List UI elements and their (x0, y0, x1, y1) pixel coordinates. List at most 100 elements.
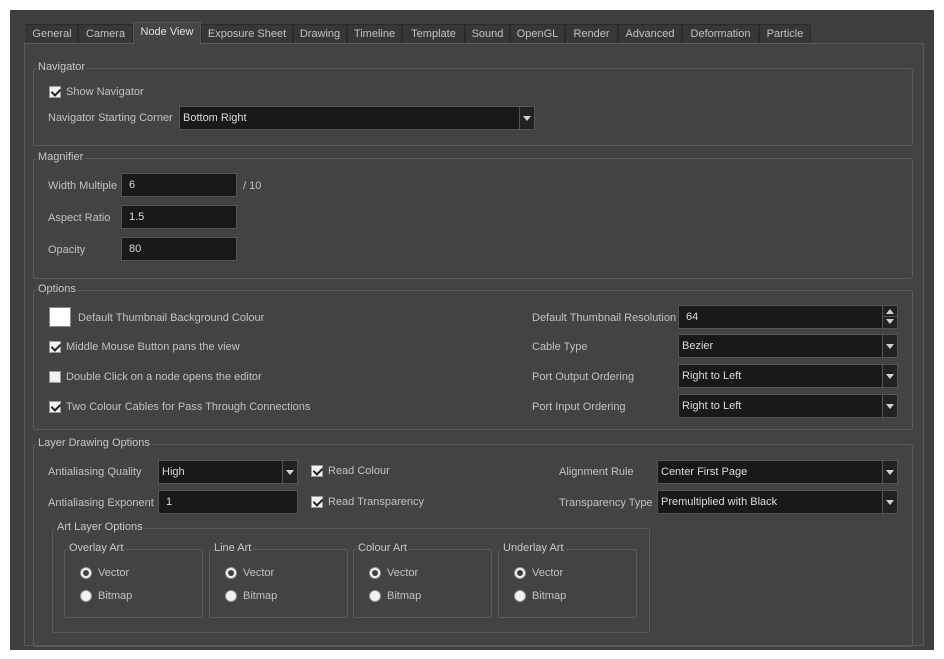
chevron-down-icon[interactable] (519, 107, 534, 129)
underlay-art-title: Underlay Art (501, 541, 566, 555)
transparency-type-label: Transparency Type (559, 497, 653, 509)
tab-general[interactable]: General (26, 24, 78, 44)
alignment-rule-label: Alignment Rule (559, 466, 634, 478)
tab-opengl[interactable]: OpenGL (510, 24, 565, 44)
magnifier-group: Magnifier Width Multiple 6 / 10 Aspect R… (33, 150, 913, 279)
chevron-down-icon[interactable] (882, 365, 897, 387)
overlay-art-title: Overlay Art (67, 541, 126, 555)
layer-drawing-group: Layer Drawing Options Antialiasing Quali… (33, 436, 913, 647)
navigator-title: Navigator (36, 60, 88, 74)
colour-vector-radio[interactable] (369, 567, 381, 579)
aspect-ratio-label: Aspect Ratio (48, 212, 111, 224)
double-click-label: Double Click on a node opens the editor (66, 371, 262, 383)
port-output-label: Port Output Ordering (532, 371, 635, 383)
thumbnail-background-swatch[interactable] (49, 307, 71, 327)
aa-quality-label: Antialiasing Quality (48, 466, 142, 478)
thumbnail-resolution-spinbox[interactable]: 64 (678, 305, 898, 329)
show-navigator-checkbox[interactable] (49, 86, 61, 98)
cable-type-select[interactable]: Bezier (678, 334, 898, 358)
tab-advanced[interactable]: Advanced (618, 24, 682, 44)
underlay-vector-label: Vector (532, 567, 564, 579)
art-layer-title: Art Layer Options (55, 520, 145, 534)
underlay-vector-radio[interactable] (514, 567, 526, 579)
underlay-bitmap-radio[interactable] (514, 590, 526, 602)
line-art-group: Line Art Vector Bitmap (209, 541, 348, 618)
tab-sound[interactable]: Sound (465, 24, 510, 44)
options-group: Options Default Thumbnail Background Col… (33, 282, 913, 430)
two-colour-cables-checkbox[interactable] (49, 401, 61, 413)
thumbnail-resolution-label: Default Thumbnail Resolution (532, 312, 677, 324)
overlay-bitmap-radio[interactable] (80, 590, 92, 602)
aa-exponent-label: Antialiasing Exponent (48, 497, 154, 509)
read-transparency-checkbox[interactable] (311, 496, 323, 508)
underlay-bitmap-label: Bitmap (532, 590, 567, 602)
alignment-rule-value: Center First Page (661, 466, 748, 478)
cable-type-label: Cable Type (532, 341, 588, 353)
tab-render[interactable]: Render (565, 24, 618, 44)
art-layer-group: Art Layer Options Overlay Art Vector Bit… (52, 520, 650, 633)
aa-quality-value: High (162, 466, 185, 478)
line-vector-radio[interactable] (225, 567, 237, 579)
cable-type-value: Bezier (682, 340, 714, 352)
chevron-down-icon[interactable] (882, 395, 897, 417)
colour-vector-label: Vector (387, 567, 419, 579)
navigator-corner-label: Navigator Starting Corner (48, 112, 173, 124)
thumbnail-background-label: Default Thumbnail Background Colour (78, 312, 265, 324)
colour-art-group: Colour Art Vector Bitmap (353, 541, 492, 618)
chevron-down-icon[interactable] (882, 335, 897, 357)
aa-exponent-field[interactable]: 1 (158, 490, 298, 514)
overlay-art-group: Overlay Art Vector Bitmap (64, 541, 203, 618)
line-art-title: Line Art (212, 541, 254, 555)
navigator-group: Navigator Show Navigator Navigator Start… (33, 60, 913, 146)
colour-bitmap-label: Bitmap (387, 590, 422, 602)
underlay-art-group: Underlay Art Vector Bitmap (498, 541, 637, 618)
preferences-window: General Camera Node View Exposure Sheet … (10, 10, 934, 650)
middle-mouse-checkbox[interactable] (49, 341, 61, 353)
port-input-label: Port Input Ordering (532, 401, 626, 413)
port-output-select[interactable]: Right to Left (678, 364, 898, 388)
port-input-value: Right to Left (682, 400, 742, 412)
node-view-pane: Navigator Show Navigator Navigator Start… (24, 43, 924, 647)
line-vector-label: Vector (243, 567, 275, 579)
read-colour-label: Read Colour (328, 465, 390, 477)
navigator-corner-select[interactable]: Bottom Right (179, 106, 535, 130)
tab-camera[interactable]: Camera (78, 24, 133, 44)
width-multiple-label: Width Multiple (48, 180, 118, 192)
thumbnail-resolution-value: 64 (686, 311, 699, 323)
port-output-value: Right to Left (682, 370, 742, 382)
transparency-type-value: Premultiplied with Black (661, 496, 778, 508)
options-title: Options (36, 282, 78, 296)
colour-art-title: Colour Art (356, 541, 409, 555)
tab-particle[interactable]: Particle (759, 24, 811, 44)
port-input-select[interactable]: Right to Left (678, 394, 898, 418)
transparency-type-select[interactable]: Premultiplied with Black (657, 490, 898, 514)
tab-timeline[interactable]: Timeline (347, 24, 402, 44)
tab-template[interactable]: Template (402, 24, 465, 44)
opacity-label: Opacity (48, 244, 86, 256)
spin-arrows-icon[interactable] (882, 306, 897, 328)
tab-exposure-sheet[interactable]: Exposure Sheet (201, 24, 293, 44)
read-colour-checkbox[interactable] (311, 465, 323, 477)
chevron-down-icon[interactable] (882, 461, 897, 483)
read-transparency-label: Read Transparency (328, 496, 424, 508)
aspect-ratio-field[interactable]: 1.5 (121, 205, 237, 229)
layer-drawing-title: Layer Drawing Options (36, 436, 152, 450)
overlay-vector-radio[interactable] (80, 567, 92, 579)
middle-mouse-label: Middle Mouse Button pans the view (66, 341, 240, 353)
line-bitmap-radio[interactable] (225, 590, 237, 602)
tab-node-view[interactable]: Node View (133, 22, 201, 45)
width-multiple-field[interactable]: 6 (121, 173, 237, 197)
two-colour-cables-label: Two Colour Cables for Pass Through Conne… (66, 401, 311, 413)
tab-deformation[interactable]: Deformation (682, 24, 759, 44)
alignment-rule-select[interactable]: Center First Page (657, 460, 898, 484)
double-click-checkbox[interactable] (49, 371, 61, 383)
chevron-down-icon[interactable] (882, 491, 897, 513)
magnifier-title: Magnifier (36, 150, 86, 164)
line-bitmap-label: Bitmap (243, 590, 278, 602)
colour-bitmap-radio[interactable] (369, 590, 381, 602)
opacity-field[interactable]: 80 (121, 237, 237, 261)
overlay-vector-label: Vector (98, 567, 130, 579)
tab-drawing[interactable]: Drawing (293, 24, 347, 44)
chevron-down-icon[interactable] (282, 461, 297, 483)
aa-quality-select[interactable]: High (158, 460, 298, 484)
